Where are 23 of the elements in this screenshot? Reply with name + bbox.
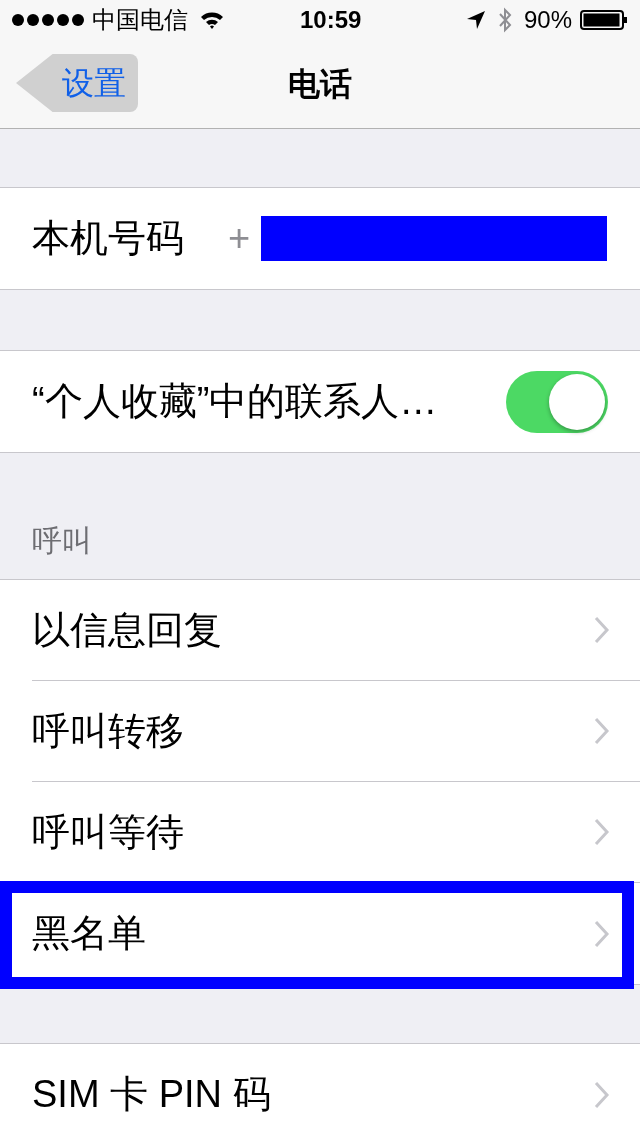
carrier-name: 中国电信 [92,5,188,35]
row-label: 本机号码 [32,216,184,261]
chevron-icon [594,1080,610,1109]
chevron-icon [594,919,610,948]
phone-number: + [228,216,251,261]
row-label: “个人收藏”中的联系人… [32,379,439,424]
chevron-icon [594,616,610,644]
list-row[interactable]: 呼叫等待 [32,782,640,883]
back-button[interactable]: 设置 [16,54,138,112]
toggle-switch[interactable] [506,370,608,433]
battery-icon [580,10,628,30]
list-row[interactable]: 黑名单 [32,883,640,984]
wifi-icon [200,11,224,29]
toggle-knob [549,373,605,430]
chevron-icon [594,717,610,745]
bluetooth-icon [497,7,512,33]
page-title: 电话 [288,65,352,104]
chevron-icon [594,818,610,846]
battery-percent: 90% [523,5,572,35]
signal-icon [12,14,84,26]
clock-time: 10:59 [300,5,362,35]
section-header: 呼叫 [31,523,92,559]
location-icon [465,10,486,30]
